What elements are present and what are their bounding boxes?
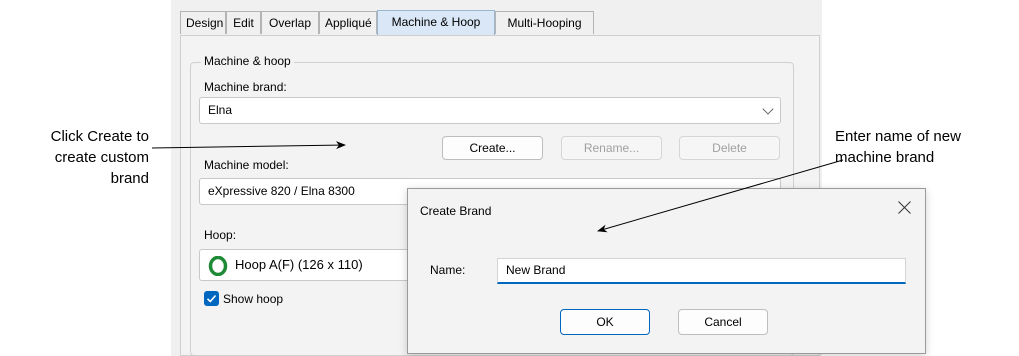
arrow-to-create [151, 141, 346, 150]
arrow-to-name-field [597, 159, 844, 233]
callout-arrows [151, 141, 844, 233]
